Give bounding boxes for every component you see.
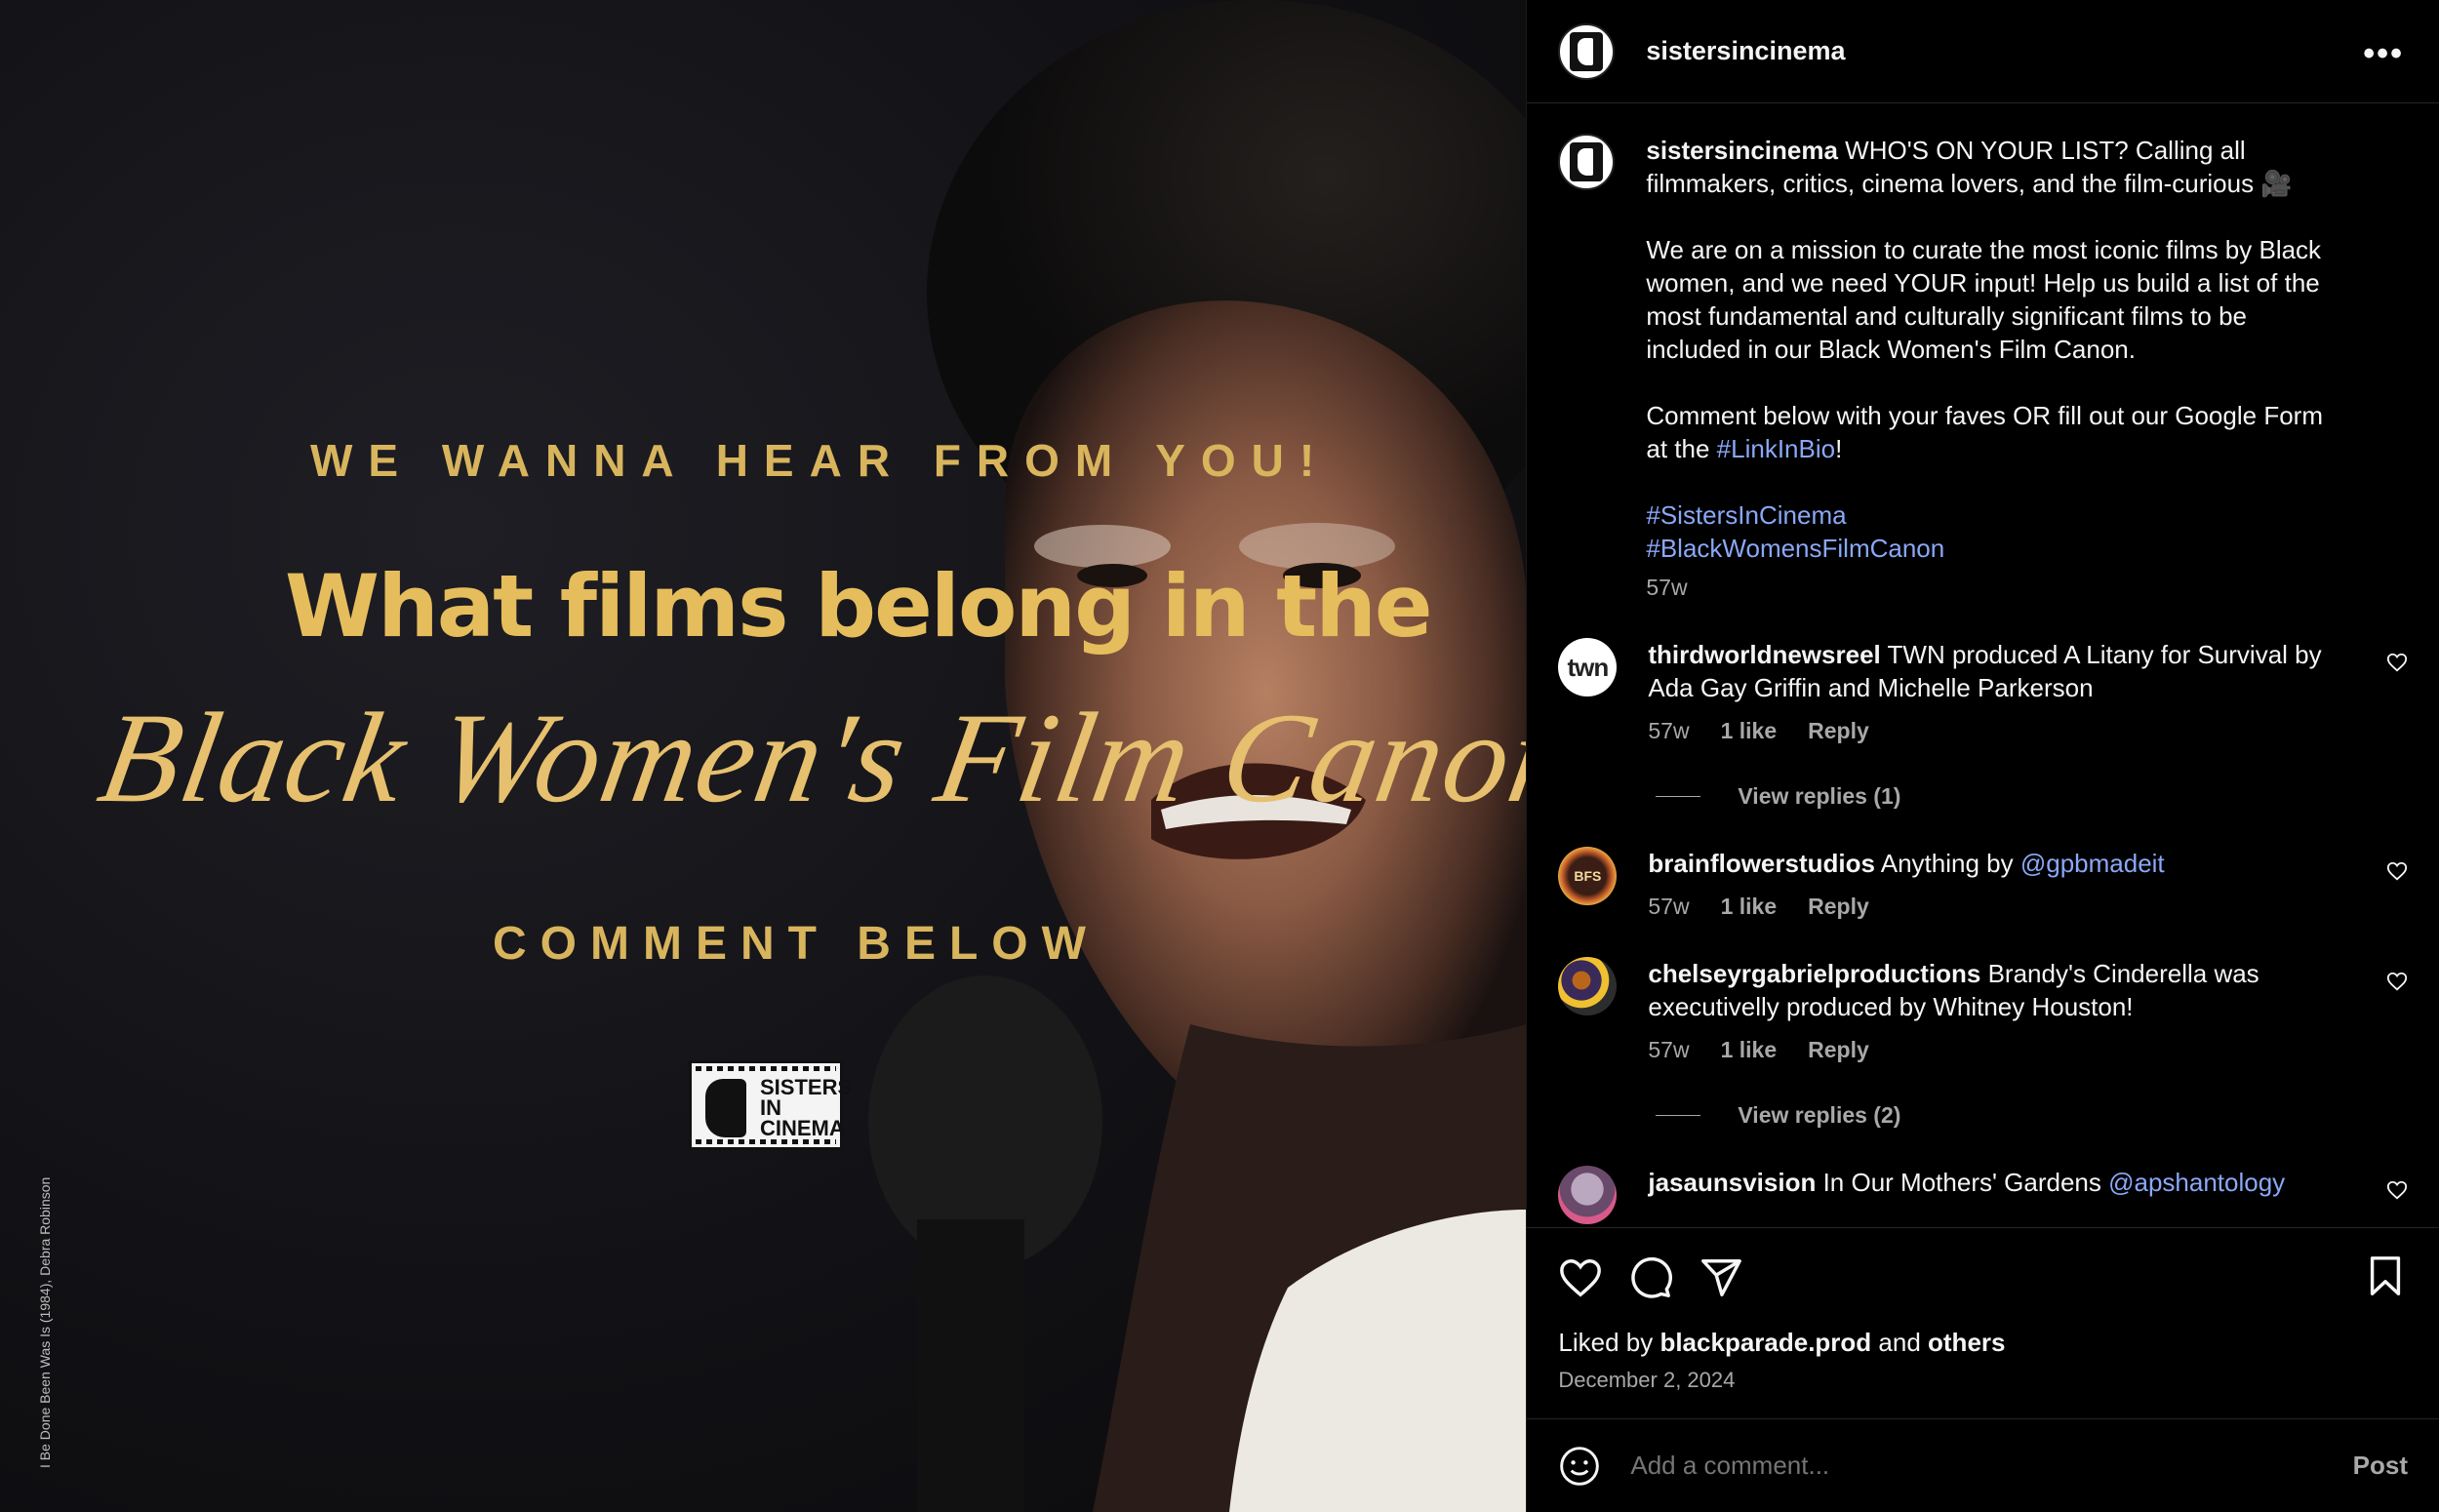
- comment-username[interactable]: jasaunsvision: [1648, 1168, 1816, 1197]
- comment-likes[interactable]: 1 like: [1721, 894, 1778, 920]
- caption-time[interactable]: 57w: [1646, 575, 1687, 601]
- liked-mid: and: [1871, 1328, 1929, 1357]
- like-heart-icon[interactable]: [1558, 1255, 1603, 1300]
- post-comment-button[interactable]: Post: [2353, 1451, 2408, 1481]
- avatar[interactable]: [1558, 1166, 1618, 1224]
- like-comment-heart-icon[interactable]: [2386, 652, 2408, 673]
- avatar[interactable]: [1558, 957, 1618, 1015]
- avatar[interactable]: twn: [1558, 638, 1618, 696]
- post-details-panel: sistersincinema ••• sistersincinema WHO'…: [1526, 0, 2439, 1512]
- comment-bubble-icon[interactable]: [1628, 1255, 1673, 1300]
- hashtag-link[interactable]: #BlackWomensFilmCanon: [1646, 534, 1944, 563]
- view-replies-button[interactable]: View replies (2): [1648, 1102, 2339, 1129]
- caption-text-3-end: !: [1835, 434, 1843, 463]
- avatar[interactable]: BFS: [1558, 847, 1618, 905]
- comment-username[interactable]: chelseyrgabrielproductions: [1648, 959, 1980, 988]
- comment-text: In Our Mothers' Gardens: [1822, 1168, 2109, 1197]
- hashtag-link[interactable]: #SistersInCinema: [1646, 500, 1846, 530]
- post-media[interactable]: WE WANNA HEAR FROM YOU! What films belon…: [0, 0, 1527, 1512]
- comments-list[interactable]: sistersincinema WHO'S ON YOUR LIST? Call…: [1527, 102, 2439, 1227]
- liked-by-others-link[interactable]: others: [1928, 1328, 2005, 1357]
- mention-link[interactable]: @gpbmadeit: [2020, 849, 2165, 878]
- comment-username[interactable]: brainflowerstudios: [1648, 849, 1875, 878]
- caption-text-2: We are on a mission to curate the most i…: [1646, 235, 2322, 364]
- share-paper-plane-icon[interactable]: [1699, 1255, 1743, 1300]
- overlay-question: What films belong in the: [285, 556, 1433, 657]
- view-replies-button[interactable]: View replies (1): [1648, 783, 2339, 810]
- liked-by-summary: Liked by blackparade.prod and others: [1558, 1328, 2408, 1358]
- liked-by-user-link[interactable]: blackparade.prod: [1659, 1328, 1871, 1357]
- more-options-icon[interactable]: •••: [2363, 35, 2404, 73]
- caption: sistersincinema WHO'S ON YOUR LIST? Call…: [1558, 134, 2408, 601]
- post-header: sistersincinema •••: [1527, 0, 2439, 103]
- emoji-smile-icon[interactable]: [1558, 1445, 1601, 1488]
- comment-username[interactable]: thirdworldnewsreel: [1648, 640, 1880, 669]
- comment-item: jasaunsvision In Our Mothers' Gardens @a…: [1558, 1166, 2408, 1224]
- header-username[interactable]: sistersincinema: [1646, 36, 1845, 66]
- comment-time[interactable]: 57w: [1648, 1037, 1689, 1063]
- avatar[interactable]: [1558, 134, 1616, 190]
- sisters-in-cinema-logo: SISTERS IN CINEMA: [689, 1060, 852, 1150]
- like-comment-heart-icon[interactable]: [2386, 971, 2408, 992]
- mention-link[interactable]: @apshantology: [2108, 1168, 2285, 1197]
- hashtag-link[interactable]: #LinkInBio: [1717, 434, 1835, 463]
- overlay-heading: WE WANNA HEAR FROM YOU!: [310, 435, 1331, 486]
- comment-time[interactable]: 57w: [1648, 718, 1689, 744]
- silhouette-icon: [705, 1079, 746, 1137]
- caption-username[interactable]: sistersincinema: [1646, 136, 1838, 165]
- overlay-canon-title: Black Women's Film Canon?: [90, 686, 1527, 829]
- like-comment-heart-icon[interactable]: [2386, 1179, 2408, 1201]
- reply-button[interactable]: Reply: [1808, 894, 1869, 920]
- view-replies-label: View replies (2): [1738, 1102, 1901, 1128]
- reply-button[interactable]: Reply: [1808, 718, 1869, 744]
- comment-item: twn thirdworldnewsreel TWN produced A Li…: [1558, 638, 2408, 810]
- comment-input[interactable]: [1628, 1450, 2353, 1482]
- bookmark-icon[interactable]: [2363, 1253, 2408, 1298]
- post-date[interactable]: December 2, 2024: [1558, 1368, 2408, 1393]
- comment-likes[interactable]: 1 like: [1721, 718, 1778, 744]
- comment-time[interactable]: 57w: [1648, 894, 1689, 920]
- view-replies-label: View replies (1): [1738, 783, 1901, 809]
- comment-item: BFS brainflowerstudios Anything by @gpbm…: [1558, 847, 2408, 920]
- comment-likes[interactable]: 1 like: [1721, 1037, 1778, 1063]
- post-actions: Liked by blackparade.prod and others Dec…: [1527, 1227, 2439, 1422]
- like-comment-heart-icon[interactable]: [2386, 860, 2408, 882]
- comment-item: chelseyrgabrielproductions Brandy's Cind…: [1558, 957, 2408, 1129]
- comment-text: Anything by: [1880, 849, 2020, 878]
- photo-credit: I Be Done Been Was Is (1984), Debra Robi…: [37, 1176, 53, 1468]
- liked-prefix: Liked by: [1558, 1328, 1660, 1357]
- logo-text-in-cinema: IN CINEMA: [760, 1095, 845, 1140]
- add-comment-bar: Post: [1527, 1418, 2439, 1512]
- overlay-cta: COMMENT BELOW: [493, 918, 1100, 970]
- avatar[interactable]: [1558, 22, 1616, 80]
- reply-button[interactable]: Reply: [1808, 1037, 1869, 1063]
